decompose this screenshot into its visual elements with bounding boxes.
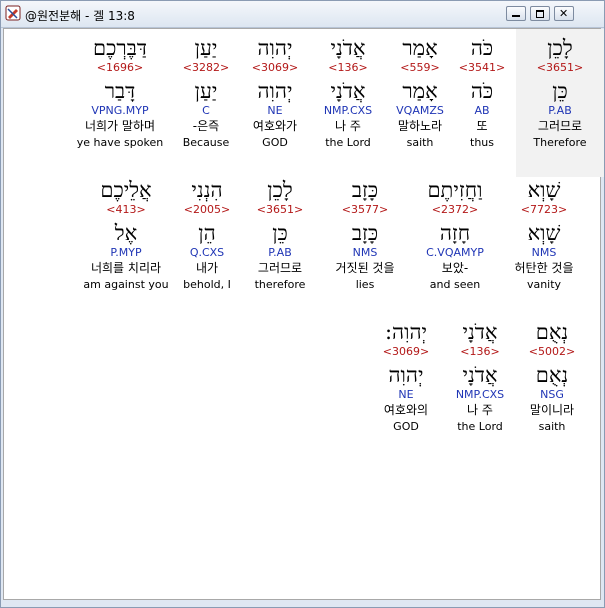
close-icon: ✕ — [559, 7, 569, 20]
strong-number[interactable]: <1696> — [70, 61, 170, 75]
word-cell[interactable]: יְהוִה: <3069> יְהוִה NE 여호와의 GOD — [364, 319, 448, 434]
strong-number[interactable]: <3651> — [238, 203, 322, 217]
app-icon — [5, 5, 21, 21]
hebrew-root: כֵּן — [272, 221, 288, 245]
hebrew-word: כָּזָב — [351, 178, 379, 202]
korean-gloss: -은즉 — [192, 119, 220, 133]
hebrew-root: יַעַן — [194, 79, 218, 103]
strong-number[interactable]: <2005> — [172, 203, 242, 217]
english-gloss: lies — [355, 278, 375, 291]
korean-gloss: 말이니라 — [529, 403, 575, 417]
window-title: @원전분해 - 겔 13:8 — [25, 9, 135, 23]
strong-number[interactable]: <413> — [74, 203, 178, 217]
hebrew-root: חָזָה — [439, 221, 471, 245]
hebrew-root: יְהוִה — [388, 363, 424, 387]
hebrew-root: נְאֻם — [535, 363, 569, 387]
maximize-button[interactable] — [530, 6, 550, 21]
hebrew-word: יְהוִה: — [384, 320, 428, 344]
hebrew-word: לָכֵן — [267, 178, 293, 202]
close-button[interactable]: ✕ — [554, 6, 574, 21]
strong-number[interactable]: <3282> — [162, 61, 250, 75]
korean-gloss: 허탄한 것을 — [514, 261, 574, 275]
english-gloss: the Lord — [457, 420, 503, 433]
korean-gloss: 내가 — [195, 261, 219, 275]
hebrew-root: דָּבַר — [104, 79, 136, 103]
word-cell[interactable]: הִנְנִי <2005> הֵן Q.CXS 내가 behold, I — [172, 177, 242, 292]
hebrew-word: וַחֲזִיתֶם — [427, 178, 483, 202]
korean-gloss: 여호와의 — [383, 403, 429, 417]
morphology-code: P.MYP — [110, 246, 142, 259]
hebrew-root: כָּזָב — [351, 221, 379, 245]
word-cell[interactable]: לָכֵן <3651> כֵּן P.AB 그러므로 Therefore — [516, 29, 604, 177]
english-gloss: Therefore — [533, 136, 587, 149]
strong-number[interactable]: <2372> — [410, 203, 500, 217]
hebrew-root: אֶל — [114, 221, 138, 245]
hebrew-word: אֲלֵיכֶם — [100, 178, 152, 202]
strong-number[interactable]: <136> — [438, 345, 522, 359]
hebrew-root: שָׁוְא — [527, 221, 561, 245]
strong-number[interactable]: <3069> — [364, 345, 448, 359]
english-gloss: Because — [182, 136, 230, 149]
maximize-icon — [536, 10, 544, 18]
hebrew-root: כֵּן — [552, 79, 568, 103]
word-cell[interactable]: לָכֵן <3651> כֵּן P.AB 그러므로 therefore — [238, 177, 322, 292]
word-cell[interactable]: נְאֻם <5002> נְאֻם NSG 말이니라 saith — [510, 319, 594, 434]
english-gloss: GOD — [393, 420, 419, 433]
morphology-code: C.VQAMYP — [426, 246, 484, 259]
english-gloss: am against you — [83, 278, 169, 291]
morphology-code: NE — [398, 388, 414, 401]
word-cell[interactable]: כָּזָב <3577> כָּזָב NMS 거짓된 것을 lies — [320, 177, 410, 292]
word-cell[interactable]: יַעַן <3282> יַעַן C -은즉 Because — [162, 35, 250, 150]
hebrew-root: אֲדֹנָי — [462, 363, 498, 387]
morphology-code: P.AB — [268, 246, 292, 259]
window-bottom-border — [1, 600, 604, 607]
morphology-code: Q.CXS — [189, 246, 225, 259]
english-gloss: behold, I — [183, 278, 231, 291]
english-gloss: vanity — [526, 278, 562, 291]
minimize-icon — [512, 15, 520, 17]
interlinear-panel[interactable]: לָכֵן <3651> כֵּן P.AB 그러므로 Therefore כֹ… — [3, 28, 604, 600]
hebrew-word: דַּבֶּרְכֶם — [93, 36, 147, 60]
morphology-code: C — [202, 104, 210, 117]
strong-number[interactable]: <5002> — [510, 345, 594, 359]
strong-number[interactable]: <3577> — [320, 203, 410, 217]
morphology-code: NMS — [531, 246, 557, 259]
korean-gloss: 보았- — [441, 261, 469, 275]
hebrew-word: לָכֵן — [547, 36, 573, 60]
english-gloss: ye have spoken — [76, 136, 164, 149]
korean-gloss: 나 주 — [467, 403, 493, 417]
word-cell[interactable]: שָׁוְא <7723> שָׁוְא NMS 허탄한 것을 vanity — [498, 177, 590, 292]
word-cell[interactable]: אֲדֹנָי <136> אֲדֹנָי NMP.CXS 나 주 the Lo… — [438, 319, 522, 434]
hebrew-root: הֵן — [198, 221, 216, 245]
morphology-code: NMP.CXS — [455, 388, 505, 401]
korean-gloss: 거짓된 것을 — [335, 261, 395, 275]
morphology-code: NMS — [352, 246, 378, 259]
korean-gloss: 그러므로 — [537, 119, 583, 133]
word-cell[interactable]: וַחֲזִיתֶם <2372> חָזָה C.VQAMYP 보았- and… — [410, 177, 500, 292]
hebrew-word: יַעַן — [194, 36, 218, 60]
minimize-button[interactable] — [506, 6, 526, 21]
korean-gloss: 그러므로 — [257, 261, 303, 275]
korean-gloss: 너희를 치리라 — [90, 261, 162, 275]
word-cell[interactable]: דַּבֶּרְכֶם <1696> דָּבַר VPNG.MYP 너희가 말… — [70, 35, 170, 150]
hebrew-word: נְאֻם — [535, 320, 569, 344]
korean-gloss: 너희가 말하며 — [84, 119, 156, 133]
english-gloss: therefore — [254, 278, 306, 291]
hebrew-word: שָׁוְא — [527, 178, 561, 202]
english-gloss: and seen — [429, 278, 481, 291]
morphology-code: NSG — [540, 388, 564, 401]
english-gloss: saith — [538, 420, 566, 433]
hebrew-word: הִנְנִי — [191, 178, 223, 202]
window: @원전분해 - 겔 13:8 ✕ לָכֵן <3651> כֵּן P.AB … — [0, 0, 605, 608]
strong-number[interactable]: <7723> — [498, 203, 590, 217]
word-cell[interactable]: אֲלֵיכֶם <413> אֶל P.MYP 너희를 치리라 am agai… — [74, 177, 178, 292]
morphology-code: P.AB — [548, 104, 572, 117]
title-bar[interactable]: @원전분해 - 겔 13:8 ✕ — [1, 1, 604, 28]
morphology-code: VPNG.MYP — [91, 104, 149, 117]
strong-number[interactable]: <3651> — [516, 61, 604, 75]
hebrew-word: אֲדֹנָי — [462, 320, 498, 344]
